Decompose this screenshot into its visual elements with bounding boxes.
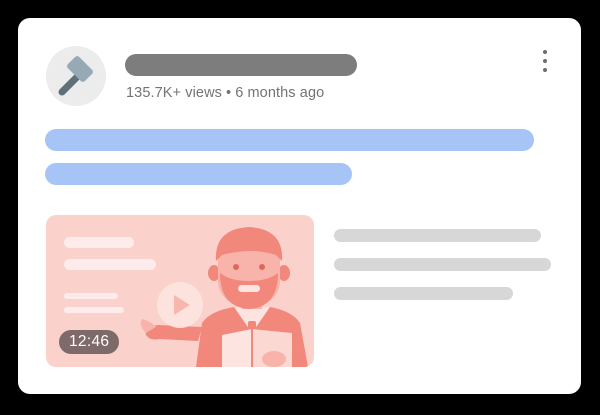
description-placeholder-line xyxy=(334,229,541,242)
post-age: 6 months ago xyxy=(235,85,325,101)
more-options-button[interactable] xyxy=(535,50,555,72)
video-thumbnail[interactable]: 12:46 xyxy=(46,215,314,367)
text-placeholder-line xyxy=(45,163,352,185)
video-meta: 135.7K+ views • 6 months ago xyxy=(126,85,324,101)
video-card[interactable]: 135.7K+ views • 6 months ago 12:46 xyxy=(18,18,581,394)
description-placeholder-line xyxy=(334,258,551,271)
more-vert-icon xyxy=(543,50,547,54)
view-count: 135.7K+ views xyxy=(126,85,223,101)
video-duration-badge: 12:46 xyxy=(59,330,120,354)
video-title-placeholder xyxy=(125,54,357,76)
text-placeholder-line xyxy=(45,129,534,151)
meta-separator: • xyxy=(226,85,232,101)
channel-avatar[interactable] xyxy=(46,46,106,106)
description-placeholder-line xyxy=(334,287,513,300)
hammer-icon xyxy=(58,56,93,96)
